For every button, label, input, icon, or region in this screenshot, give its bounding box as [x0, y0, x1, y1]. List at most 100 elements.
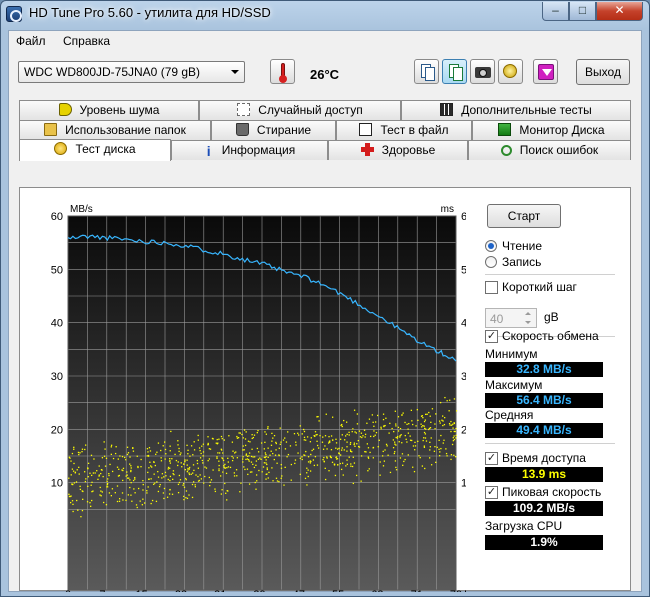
- scatter-point: [344, 435, 347, 437]
- scatter-point: [148, 467, 150, 469]
- scatter-point: [170, 430, 172, 433]
- scatter-point: [455, 410, 458, 412]
- scatter-point: [94, 472, 96, 474]
- scatter-point: [130, 481, 132, 484]
- scatter-point: [307, 461, 310, 463]
- tab-info[interactable]: i Информация: [171, 140, 328, 160]
- tab-random-access[interactable]: Случайный доступ: [199, 100, 401, 120]
- scatter-point: [430, 437, 432, 439]
- tab-error-scan[interactable]: Поиск ошибок: [468, 140, 631, 160]
- scatter-point: [273, 434, 276, 437]
- scatter-point: [253, 434, 256, 436]
- scatter-point: [98, 465, 100, 467]
- spin-up-icon[interactable]: [523, 310, 535, 318]
- close-button[interactable]: ✕: [596, 2, 643, 21]
- scatter-point: [103, 455, 106, 457]
- scatter-point: [141, 504, 144, 506]
- title-bar[interactable]: HD Tune Pro 5.60 - утилита для HD/SSD – …: [1, 1, 649, 29]
- scatter-point: [379, 474, 381, 476]
- options-button[interactable]: [498, 59, 523, 84]
- scatter-point: [70, 474, 72, 476]
- tab-extra-tests[interactable]: Дополнительные тесты: [401, 100, 631, 120]
- tab-benchmark[interactable]: Тест диска: [19, 139, 171, 161]
- scatter-point: [217, 452, 219, 454]
- scatter-point: [397, 426, 400, 429]
- scatter-point: [235, 469, 238, 471]
- step-size-stepper[interactable]: 40: [485, 308, 537, 328]
- maximize-button[interactable]: □: [569, 2, 596, 21]
- tab-disk-monitor[interactable]: Монитор Диска: [472, 120, 631, 140]
- scatter-point: [434, 445, 436, 448]
- scatter-point: [153, 473, 155, 475]
- scatter-point: [155, 500, 158, 503]
- tab-label: Монитор Диска: [519, 123, 605, 137]
- scatter-point: [165, 475, 167, 477]
- scatter-point: [172, 470, 175, 472]
- scatter-point: [256, 447, 259, 450]
- access-time-checkbox[interactable]: ✓: [485, 452, 498, 465]
- scatter-point: [322, 448, 325, 450]
- tab-health[interactable]: Здоровье: [328, 140, 468, 160]
- scatter-point: [273, 458, 275, 461]
- x-tick-label: 63: [371, 589, 383, 592]
- scatter-point: [146, 448, 149, 450]
- scatter-point: [243, 429, 246, 431]
- tab-label: Использование папок: [65, 123, 186, 137]
- menu-help[interactable]: Справка: [63, 34, 110, 48]
- scatter-point: [241, 433, 243, 436]
- copy-info-button[interactable]: [414, 59, 439, 84]
- scatter-point: [392, 439, 395, 441]
- scatter-point: [303, 436, 306, 439]
- screenshot-button[interactable]: [470, 59, 495, 84]
- tab-erase[interactable]: Стирание: [211, 120, 336, 140]
- scatter-point: [415, 425, 417, 427]
- scatter-point: [122, 479, 124, 482]
- scatter-point: [231, 455, 233, 458]
- app-window: HD Tune Pro 5.60 - утилита для HD/SSD – …: [0, 0, 650, 597]
- scatter-point: [155, 453, 157, 455]
- cpu-usage-label: Загрузка CPU: [485, 519, 563, 533]
- write-radio[interactable]: [485, 256, 497, 268]
- scatter-point: [199, 449, 201, 452]
- scatter-point: [85, 478, 87, 480]
- copy-all-button[interactable]: [442, 59, 467, 84]
- exit-button[interactable]: Выход: [576, 59, 630, 85]
- short-step-checkbox[interactable]: [485, 281, 498, 294]
- read-radio[interactable]: [485, 240, 497, 252]
- tab-folder-usage[interactable]: Использование папок: [19, 120, 211, 140]
- start-button[interactable]: Старт: [487, 204, 561, 228]
- scatter-point: [72, 510, 74, 513]
- drive-select[interactable]: WDC WD800JD-75JNA0 (79 gB): [18, 61, 245, 83]
- scatter-point: [430, 421, 432, 423]
- scatter-point: [248, 455, 250, 457]
- scatter-point: [246, 458, 249, 460]
- minimize-button[interactable]: –: [542, 2, 569, 21]
- scatter-point: [249, 441, 251, 443]
- scatter-point: [373, 425, 375, 427]
- save-button[interactable]: [533, 59, 558, 84]
- scatter-point: [142, 479, 144, 482]
- scatter-point: [383, 460, 386, 462]
- scatter-point: [156, 451, 158, 453]
- scatter-point: [306, 436, 309, 438]
- scatter-point: [84, 480, 87, 483]
- y-right-tick-label: 40: [461, 318, 466, 330]
- scatter-point: [69, 457, 71, 459]
- tab-noise-level[interactable]: Уровень шума: [19, 100, 199, 120]
- scatter-point: [360, 480, 362, 482]
- scatter-point: [169, 445, 171, 447]
- menu-file[interactable]: Файл: [16, 34, 46, 48]
- scatter-point: [185, 497, 187, 499]
- scatter-point: [157, 442, 160, 444]
- scatter-point: [255, 474, 258, 476]
- scatter-point: [193, 449, 196, 451]
- scatter-point: [344, 439, 346, 441]
- spin-down-icon[interactable]: [523, 319, 535, 327]
- scatter-point: [81, 450, 83, 453]
- tab-file-benchmark[interactable]: Тест в файл: [336, 120, 472, 140]
- temperature-button[interactable]: [270, 59, 295, 84]
- scatter-point: [265, 455, 267, 458]
- menu-bar: Файл Справка: [9, 31, 641, 51]
- transfer-rate-checkbox[interactable]: ✓: [485, 330, 498, 343]
- burst-rate-checkbox[interactable]: ✓: [485, 486, 498, 499]
